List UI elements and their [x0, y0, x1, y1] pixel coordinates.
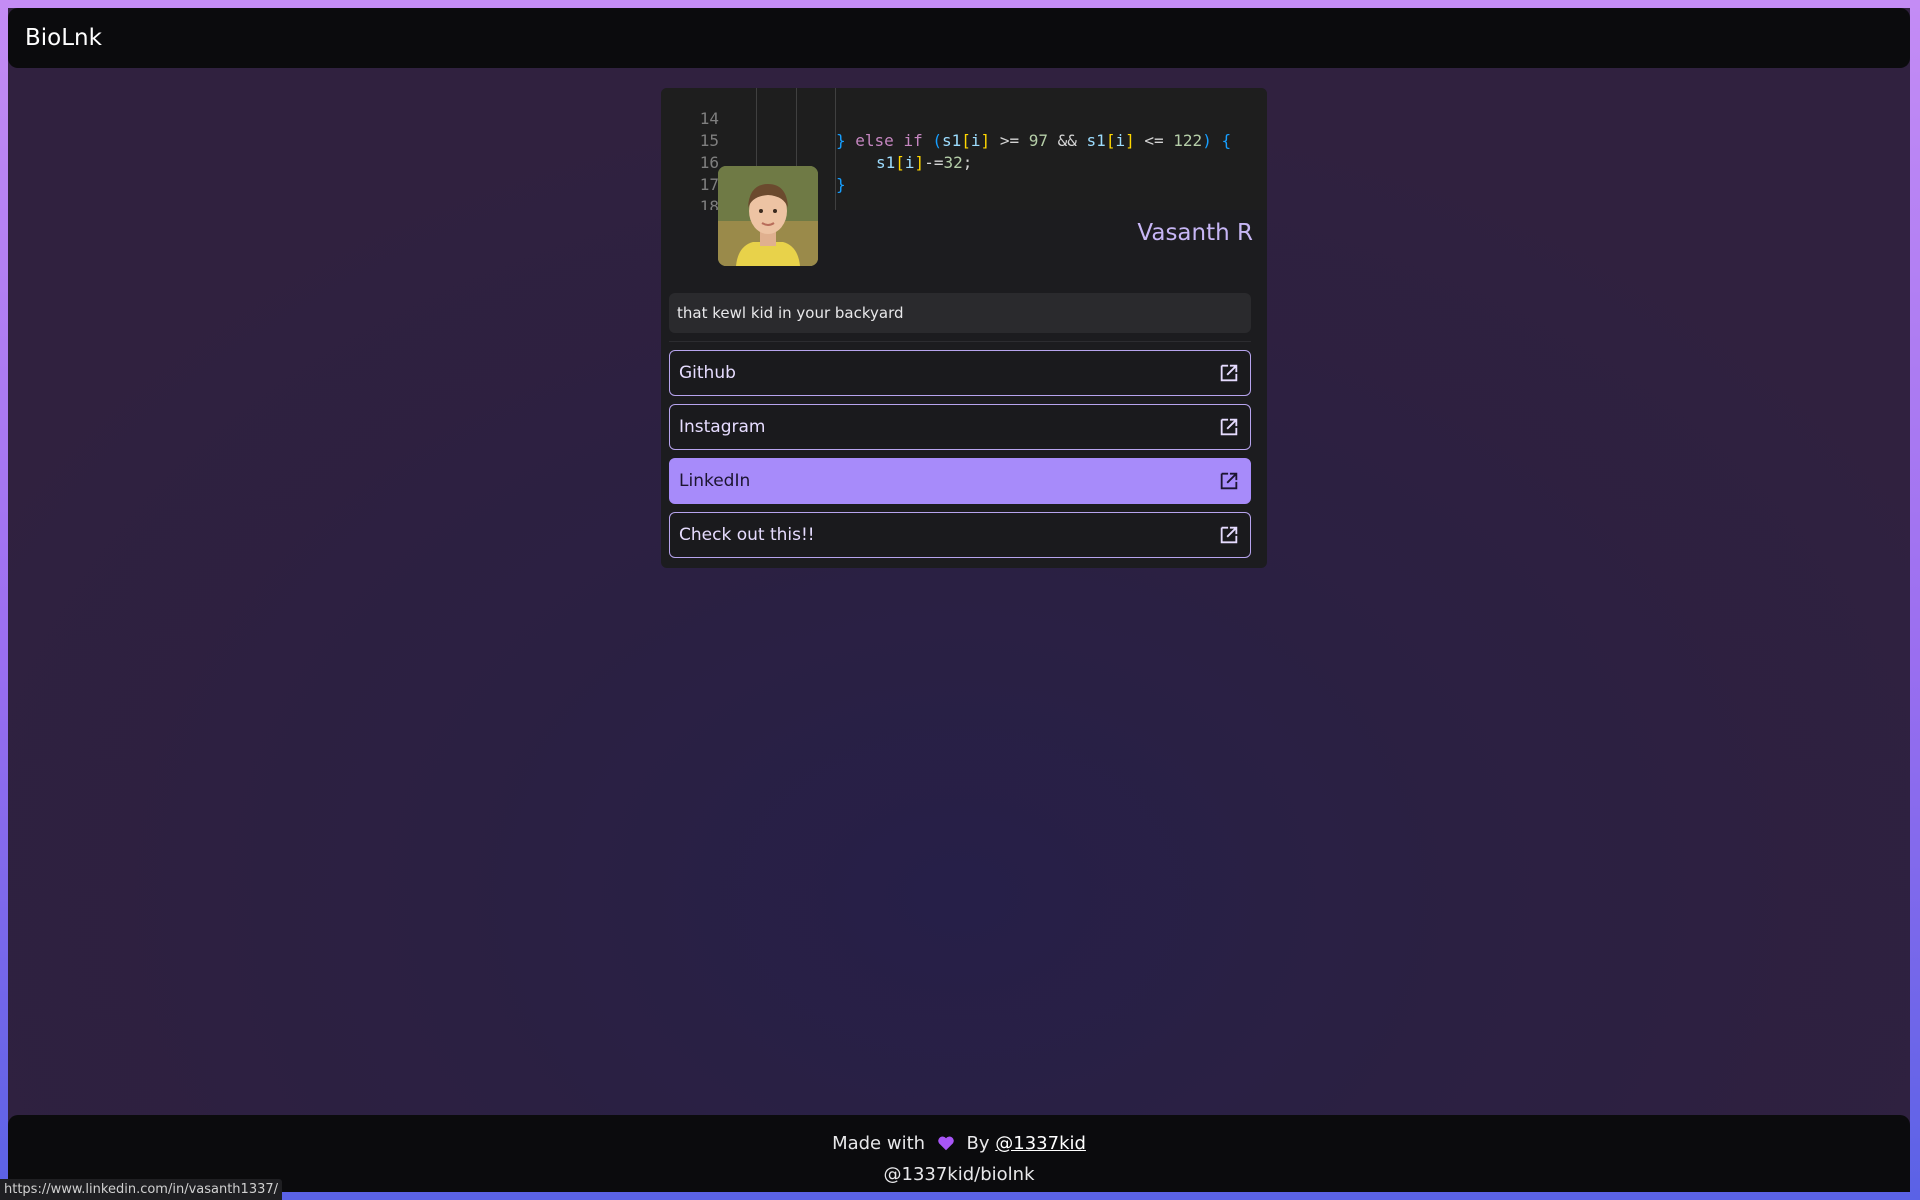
profile-card: 14 } else if (s1[i] >= 97 && s1[i] <= 12… — [661, 88, 1267, 568]
repo-link[interactable]: @1337kid/biolnk — [8, 1164, 1910, 1185]
footer: Made with By @1337kid @1337kid/biolnk — [8, 1115, 1910, 1192]
link-check-out[interactable]: Check out this!! — [669, 512, 1251, 558]
link-github[interactable]: Github — [669, 350, 1251, 396]
profile-name: Vasanth R — [1137, 220, 1253, 246]
divider — [669, 341, 1251, 342]
link-linkedin[interactable]: LinkedIn — [669, 458, 1251, 504]
external-link-icon — [1220, 364, 1238, 382]
external-link-icon — [1220, 472, 1238, 490]
avatar — [718, 166, 818, 266]
profile-bio: that kewl kid in your backyard — [669, 293, 1251, 333]
avatar-photo-icon — [718, 166, 818, 266]
link-label: LinkedIn — [679, 471, 751, 491]
link-label: Instagram — [679, 417, 766, 437]
external-link-icon — [1220, 418, 1238, 436]
code-line: 16 } — [699, 153, 846, 194]
page-frame: BioLnk 14 } else if (s1[i] >= 97 && s1[i… — [8, 8, 1910, 1192]
link-label: Github — [679, 363, 736, 383]
brand-title[interactable]: BioLnk — [25, 25, 102, 51]
navbar: BioLnk — [8, 8, 1910, 68]
code-line: 15 s1[i]-=32; — [699, 131, 973, 172]
status-url-bar: https://www.linkedin.com/in/vasanth1337/ — [0, 1179, 283, 1200]
made-with-line: Made with By @1337kid — [832, 1133, 1086, 1154]
author-link[interactable]: @1337kid — [995, 1133, 1086, 1154]
heart-icon — [937, 1133, 955, 1154]
code-line: 14 } else if (s1[i] >= 97 && s1[i] <= 12… — [699, 109, 1232, 150]
link-instagram[interactable]: Instagram — [669, 404, 1251, 450]
external-link-icon — [1220, 526, 1238, 544]
link-label: Check out this!! — [679, 525, 815, 545]
